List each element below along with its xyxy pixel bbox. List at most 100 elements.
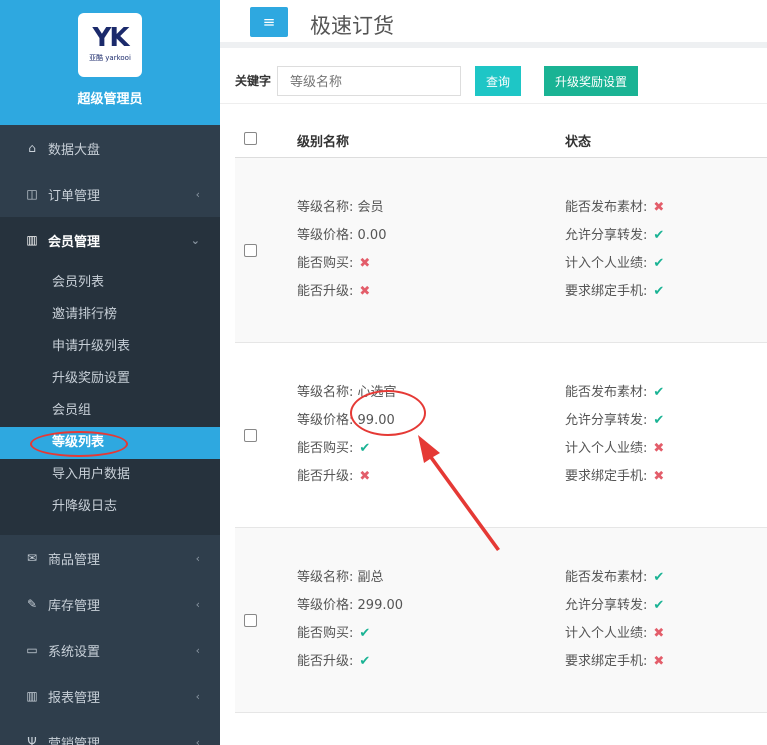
bar-chart-icon: ▥	[26, 233, 38, 247]
logo-subtext: 亚酷 yarkooi	[89, 54, 131, 62]
keyword-label: 关键字	[235, 74, 272, 88]
chevron-down-icon: ⌄	[190, 233, 200, 247]
field-label: 能否购买:	[297, 256, 354, 271]
field-label: 能否升级:	[297, 469, 354, 484]
field-label: 能否购买:	[297, 441, 354, 456]
chevron-left-icon: ‹	[195, 597, 200, 611]
can-upgrade: 能否升级: ✖	[297, 465, 370, 484]
column-header-name: 级别名称	[297, 135, 350, 150]
annotation-arrow	[418, 435, 500, 551]
count-performance: 计入个人业绩: ✖	[565, 622, 664, 641]
sidebar-item-label: 商品管理	[48, 552, 101, 568]
submenu-upgrade-requests[interactable]: 申请升级列表	[0, 331, 220, 363]
edit-icon: ✎	[26, 597, 38, 611]
field-label: 能否购买:	[297, 626, 354, 641]
chevron-left-icon: ‹	[195, 735, 200, 745]
submenu-level-list[interactable]: 等级列表	[0, 427, 220, 459]
sidebar-item-members[interactable]: ▥ 会员管理 ⌄	[0, 217, 220, 263]
field-label: 要求绑定手机:	[565, 469, 648, 484]
sidebar-item-reports[interactable]: ▥ 报表管理 ‹	[0, 673, 220, 719]
field-label: 等级名称:	[297, 385, 354, 400]
field-label: 能否发布素材:	[565, 385, 648, 400]
submenu-upgrade-rewards[interactable]: 升级奖励设置	[0, 363, 220, 395]
cross-icon: ✖	[653, 654, 665, 669]
sidebar-item-marketing[interactable]: Ψ 营销管理 ‹	[0, 719, 220, 745]
require-phone: 要求绑定手机: ✔	[565, 280, 664, 299]
home-icon: ⌂	[28, 141, 36, 155]
check-icon: ✔	[359, 626, 371, 641]
count-performance: 计入个人业绩: ✔	[565, 252, 664, 271]
can-publish: 能否发布素材: ✔	[565, 381, 664, 400]
check-icon: ✔	[653, 284, 665, 299]
sidebar-item-dashboard[interactable]: ⌂ 数据大盘	[0, 125, 220, 171]
menu-toggle-button[interactable]: ≡	[250, 7, 288, 37]
sidebar-item-inventory[interactable]: ✎ 库存管理 ‹	[0, 581, 220, 627]
field-label: 能否发布素材:	[565, 200, 648, 215]
field-label: 能否升级:	[297, 654, 354, 669]
page-title: 极速订货	[310, 14, 394, 38]
logo-mark: YK	[92, 23, 130, 53]
brand-logo: YK 亚酷 yarkooi	[78, 13, 142, 77]
keyword-input[interactable]	[277, 66, 461, 96]
field-label: 等级价格:	[297, 413, 354, 428]
can-publish: 能否发布素材: ✔	[565, 566, 664, 585]
sidebar-item-settings[interactable]: ▭ 系统设置 ‹	[0, 627, 220, 673]
can-buy: 能否购买: ✔	[297, 622, 370, 641]
check-icon: ✔	[653, 228, 665, 243]
sidebar-item-label: 数据大盘	[48, 142, 101, 158]
sidebar-item-label: 会员管理	[48, 234, 101, 250]
row-checkbox[interactable]	[244, 614, 257, 627]
members-submenu: 会员列表 邀请排行榜 申请升级列表 升级奖励设置 会员组 等级列表 导入用户数据…	[0, 263, 220, 535]
sidebar-item-label: 系统设置	[48, 644, 101, 660]
field-value: 0.00	[357, 228, 387, 243]
check-icon: ✔	[653, 385, 665, 400]
submenu-import-users[interactable]: 导入用户数据	[0, 459, 220, 491]
level-name: 等级名称: 会员	[297, 196, 384, 215]
check-icon: ✔	[653, 256, 665, 271]
field-label: 要求绑定手机:	[565, 284, 648, 299]
field-label: 等级名称:	[297, 200, 354, 215]
monitor-icon: ▭	[26, 643, 38, 657]
upgrade-reward-settings-button[interactable]: 升级奖励设置	[544, 66, 638, 96]
sidebar-nav-lower: ✉ 商品管理 ‹ ✎ 库存管理 ‹ ▭ 系统设置 ‹ ▥ 报表管理 ‹ Ψ 营销…	[0, 535, 220, 745]
cross-icon: ✖	[359, 256, 371, 271]
level-name: 等级名称: 副总	[297, 566, 384, 585]
require-phone: 要求绑定手机: ✖	[565, 465, 664, 484]
allow-share: 允许分享转发: ✔	[565, 594, 664, 613]
check-icon: ✔	[653, 413, 665, 428]
field-label: 等级价格:	[297, 598, 354, 613]
can-publish: 能否发布素材: ✖	[565, 196, 664, 215]
hamburger-icon: ≡	[262, 13, 276, 31]
row-checkbox[interactable]	[244, 244, 257, 257]
brand-header: YK 亚酷 yarkooi 超级管理员	[0, 0, 220, 125]
table-header: 级别名称 状态	[235, 112, 767, 158]
sidebar-item-products[interactable]: ✉ 商品管理 ‹	[0, 535, 220, 581]
sidebar-item-label: 报表管理	[48, 690, 101, 706]
envelope-icon: ✉	[26, 551, 38, 565]
annotation-circle	[30, 431, 128, 457]
bar-chart-icon: ▥	[26, 689, 38, 703]
field-label: 能否发布素材:	[565, 570, 648, 585]
row-checkbox[interactable]	[244, 429, 257, 442]
user-role: 超级管理员	[77, 92, 143, 107]
level-price: 等级价格: 0.00	[297, 224, 386, 243]
sidebar-item-orders[interactable]: ◫ 订单管理 ‹	[0, 171, 220, 217]
submenu-member-list[interactable]: 会员列表	[0, 267, 220, 299]
select-all-checkbox[interactable]	[244, 132, 257, 145]
field-label: 要求绑定手机:	[565, 654, 648, 669]
check-icon: ✔	[653, 570, 665, 585]
sidebar-item-label: 订单管理	[48, 188, 101, 204]
submenu-level-log[interactable]: 升降级日志	[0, 491, 220, 523]
submenu-member-groups[interactable]: 会员组	[0, 395, 220, 427]
column-header-status: 状态	[565, 135, 592, 150]
level-price: 等级价格: 299.00	[297, 594, 403, 613]
submenu-invite-ranking[interactable]: 邀请排行榜	[0, 299, 220, 331]
field-label: 计入个人业绩:	[565, 256, 648, 271]
search-button[interactable]: 查询	[475, 66, 521, 96]
cross-icon: ✖	[653, 441, 665, 456]
chevron-left-icon: ‹	[195, 643, 200, 657]
cross-icon: ✖	[653, 200, 665, 215]
sidebar-item-label: 营销管理	[48, 736, 101, 745]
count-performance: 计入个人业绩: ✖	[565, 437, 664, 456]
require-phone: 要求绑定手机: ✖	[565, 650, 664, 669]
